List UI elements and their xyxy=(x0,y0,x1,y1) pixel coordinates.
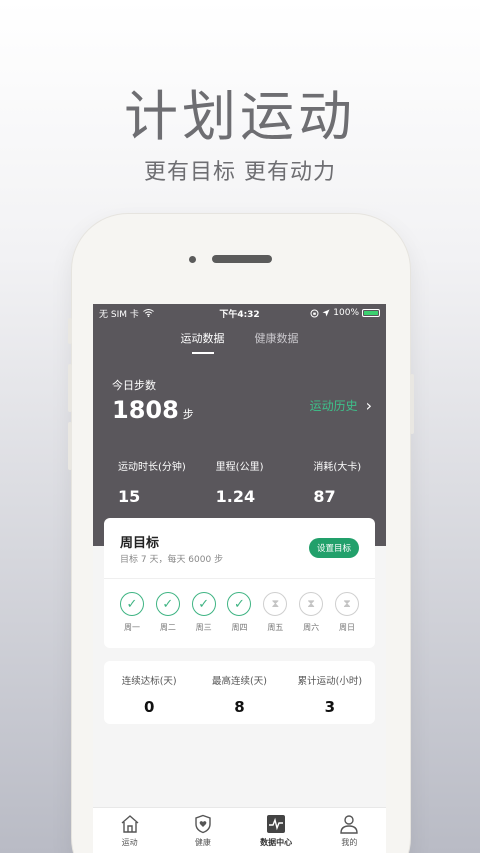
nav-health[interactable]: 健康 xyxy=(166,808,239,853)
today-steps-label: 今日步数 xyxy=(112,379,156,392)
day-label: 周四 xyxy=(231,623,248,632)
streak-label: 最高连续(天) xyxy=(212,676,267,687)
person-icon xyxy=(340,815,359,834)
hourglass-icon: ⧗ xyxy=(299,592,324,616)
check-icon: ✓ xyxy=(191,592,216,616)
today-steps: 1808 步 xyxy=(112,396,194,424)
sport-history-link[interactable]: 运动历史 › xyxy=(310,396,372,415)
stat-label: 消耗(大卡) xyxy=(313,462,362,473)
app-screen: 无 SIM 卡 下午4:32 100% 运动数据 健康数据 今日步数 1808 步… xyxy=(93,304,386,853)
day-label: 周二 xyxy=(159,623,176,632)
stat-label: 里程(公里) xyxy=(215,462,264,473)
streak-current: 连续达标(天) 0 xyxy=(104,661,194,724)
day-sunday: ⧗ 周日 xyxy=(332,592,362,633)
earpiece-speaker xyxy=(212,255,272,263)
day-friday: ⧗ 周五 xyxy=(260,592,290,633)
stat-calories: 消耗(大卡) 87 xyxy=(288,458,386,506)
tab-health-data[interactable]: 健康数据 xyxy=(255,330,299,352)
day-saturday: ⧗ 周六 xyxy=(296,592,326,633)
today-steps-value: 1808 xyxy=(112,396,179,424)
nav-profile[interactable]: 我的 xyxy=(313,808,386,853)
streak-card: 连续达标(天) 0 最高连续(天) 8 累计运动(小时) 3 xyxy=(104,661,375,724)
pulse-chart-icon xyxy=(267,815,286,833)
status-bar: 无 SIM 卡 下午4:32 100% xyxy=(93,304,386,322)
streak-value: 8 xyxy=(234,698,245,716)
day-monday: ✓ 周一 xyxy=(117,592,147,633)
day-wednesday: ✓ 周三 xyxy=(189,592,219,633)
tab-sport-data[interactable]: 运动数据 xyxy=(181,330,225,352)
day-thursday: ✓ 周四 xyxy=(224,592,254,633)
weekly-goal-description: 目标 7 天，每天 6000 步 xyxy=(120,555,224,565)
streak-value: 0 xyxy=(143,698,155,716)
set-goal-button[interactable]: 设置目标 xyxy=(308,538,359,558)
today-stats: 运动时长(分钟) 15 里程(公里) 1.24 消耗(大卡) 87 xyxy=(93,458,386,506)
chevron-right-icon: › xyxy=(365,396,372,415)
shield-heart-icon xyxy=(195,814,211,834)
stat-label: 运动时长(分钟) xyxy=(118,462,186,473)
streak-label: 累计运动(小时) xyxy=(297,676,363,687)
day-label: 周六 xyxy=(303,623,320,632)
stat-value: 15 xyxy=(118,487,141,506)
day-label: 周五 xyxy=(267,623,284,632)
streak-value: 3 xyxy=(324,698,336,716)
carrier-text: 无 SIM 卡 xyxy=(99,309,139,320)
nav-sport[interactable]: 运动 xyxy=(93,808,166,853)
divider xyxy=(104,578,375,579)
promo-subtitle: 更有目标 更有动力 xyxy=(144,160,336,185)
power-button xyxy=(410,374,414,434)
day-tuesday: ✓ 周二 xyxy=(153,592,183,633)
day-label: 周一 xyxy=(124,623,140,632)
day-label: 周日 xyxy=(338,623,355,632)
bottom-nav: 运动 健康 数据中心 我的 xyxy=(93,807,386,853)
hourglass-icon: ⧗ xyxy=(263,592,288,616)
battery-percent: 100% xyxy=(333,308,360,318)
home-icon xyxy=(121,815,139,833)
location-icon xyxy=(322,309,330,317)
day-label: 周三 xyxy=(195,623,212,632)
wifi-icon xyxy=(143,309,154,317)
check-icon: ✓ xyxy=(120,592,144,616)
status-time: 下午4:32 xyxy=(219,309,260,320)
stat-duration: 运动时长(分钟) 15 xyxy=(93,458,191,506)
check-icon: ✓ xyxy=(227,592,252,616)
week-progress: ✓ 周一 ✓ 周二 ✓ 周三 ✓ 周四 ⧗ 周五 ⧗ 周六 ⧗ 周日 xyxy=(117,592,362,633)
nav-label: 我的 xyxy=(341,838,358,847)
check-icon: ✓ xyxy=(155,592,180,616)
promo-title: 计划运动 xyxy=(124,85,356,148)
nav-label: 健康 xyxy=(194,838,211,847)
weekly-goal-title: 周目标 xyxy=(120,536,160,551)
nav-label: 运动 xyxy=(121,838,138,847)
streak-best: 最高连续(天) 8 xyxy=(194,661,284,724)
streak-total-hours: 累计运动(小时) 3 xyxy=(285,661,375,724)
data-tabs: 运动数据 健康数据 xyxy=(93,330,386,352)
nav-data-center[interactable]: 数据中心 xyxy=(240,808,313,853)
stat-distance: 里程(公里) 1.24 xyxy=(191,458,289,506)
orientation-lock-icon xyxy=(310,309,319,317)
front-camera xyxy=(189,256,196,263)
nav-label: 数据中心 xyxy=(260,838,293,847)
streak-label: 连续达标(天) xyxy=(121,676,177,687)
stat-value: 1.24 xyxy=(215,487,256,506)
hourglass-icon: ⧗ xyxy=(334,592,359,616)
sport-history-label: 运动历史 xyxy=(309,399,358,413)
mute-switch xyxy=(68,318,72,344)
stat-value: 87 xyxy=(313,487,336,506)
battery-icon xyxy=(362,309,381,317)
steps-unit: 步 xyxy=(182,408,194,421)
volume-down-button xyxy=(68,422,72,470)
volume-up-button xyxy=(68,364,72,412)
weekly-goal-card: 周目标 目标 7 天，每天 6000 步 设置目标 ✓ 周一 ✓ 周二 ✓ 周三… xyxy=(104,518,375,648)
